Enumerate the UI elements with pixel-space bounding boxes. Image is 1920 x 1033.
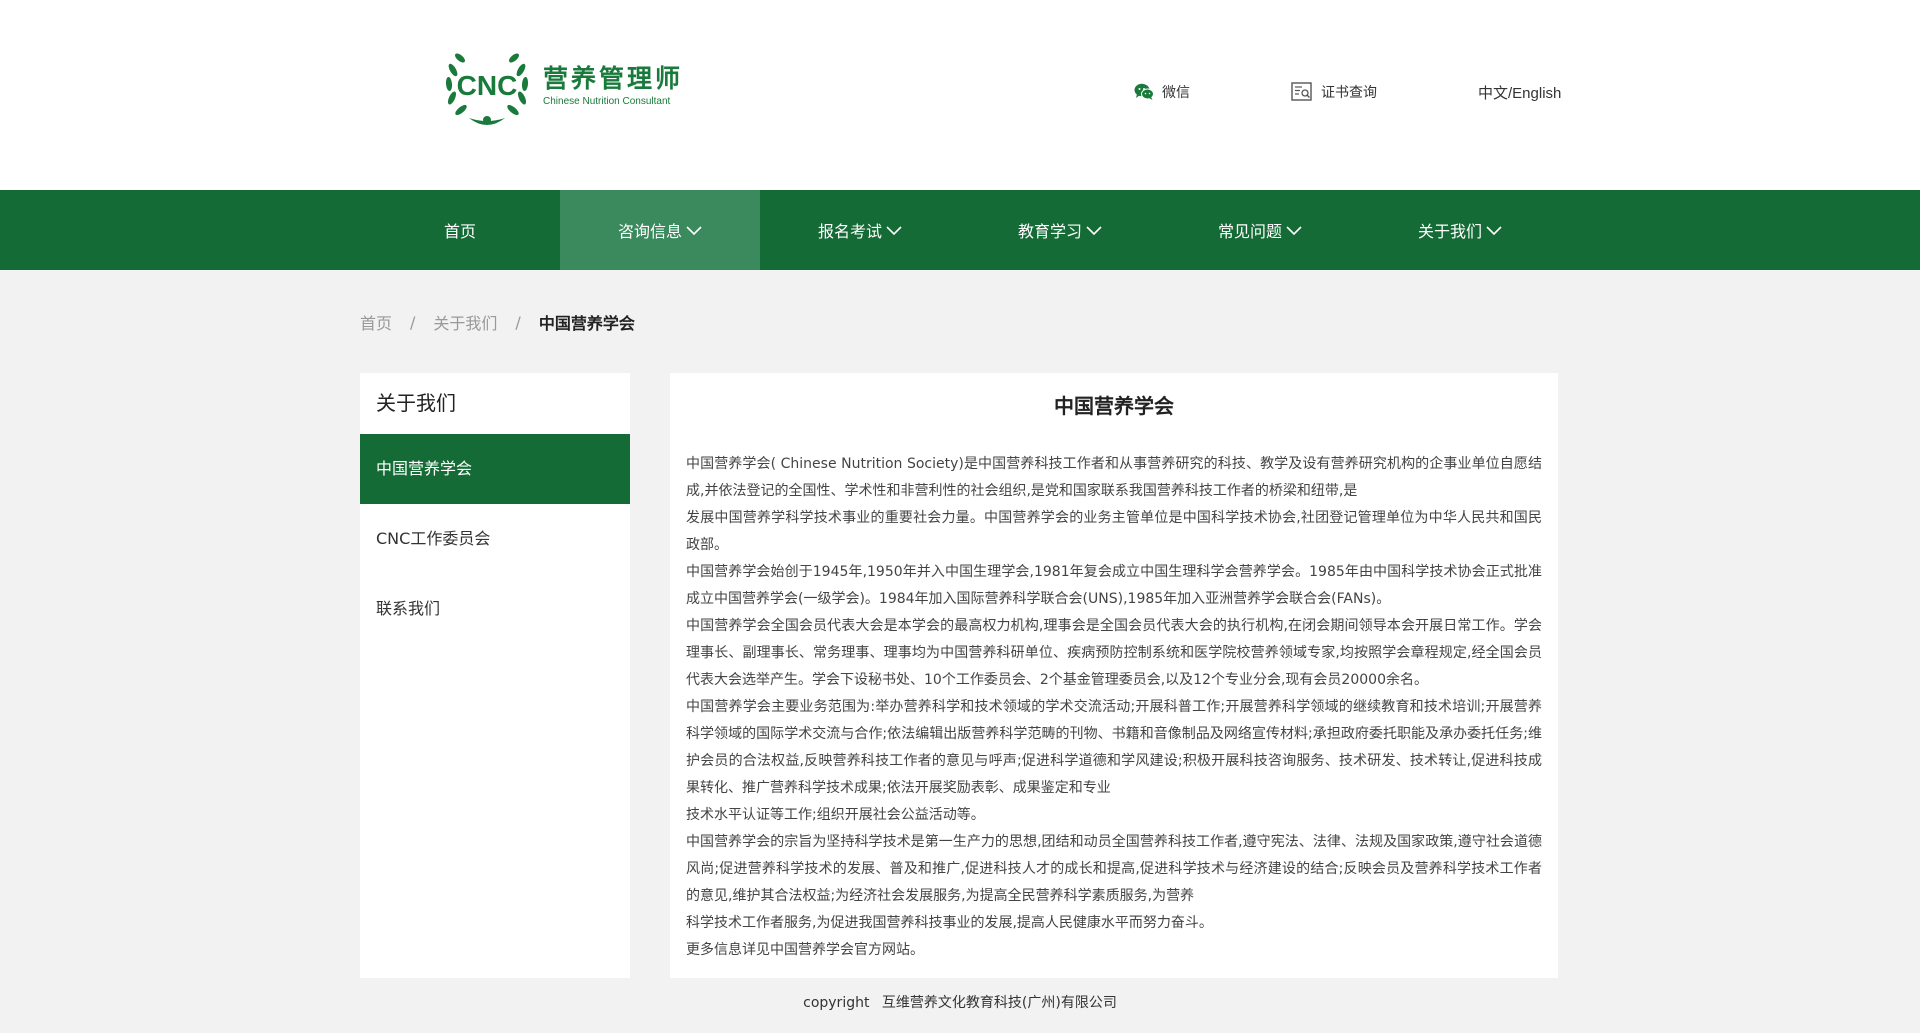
language-switch[interactable]: 中文/English (1478, 82, 1561, 103)
sidebar-item-cnc-committee[interactable]: CNC工作委员会 (360, 504, 630, 574)
nav-item-education[interactable]: 教育学习 (960, 190, 1160, 270)
article-paragraph: 科学技术工作者服务,为促进我国营养科技事业的发展,提高人民健康水平而努力奋斗。 (686, 915, 1213, 931)
breadcrumb-separator: / (515, 312, 521, 332)
sidebar-item-contact-us[interactable]: 联系我们 (360, 574, 630, 644)
wechat-label: 微信 (1162, 85, 1190, 101)
article-paragraph: 中国营养学会全国会员代表大会是本学会的最高权力机构,理事会是全国会员代表大会的执… (686, 618, 1542, 688)
breadcrumb: 首页 / 关于我们 / 中国营养学会 (360, 310, 635, 334)
breadcrumb-about-us[interactable]: 关于我们 (433, 310, 497, 334)
article-paragraph: 中国营养学会始创于1945年,1950年并入中国生理学会,1981年复会成立中国… (686, 564, 1542, 607)
certificate-search-icon (1291, 82, 1312, 101)
wechat-icon (1134, 83, 1154, 100)
chevron-down-icon (686, 226, 702, 235)
article-paragraph: 中国营养学会的宗旨为坚持科学技术是第一生产力的思想,团结和动员全国营养科技工作者… (686, 834, 1542, 904)
top-links: 微信 证书查询 中文/English (0, 82, 1920, 106)
wechat-link[interactable]: 微信 (1134, 82, 1190, 102)
nav-item-exam-registration[interactable]: 报名考试 (760, 190, 960, 270)
certificate-query-label: 证书查询 (1321, 85, 1377, 101)
nav-item-label: 报名考试 (817, 222, 882, 241)
article-body: 中国营养学会( Chinese Nutrition Society)是中国营养科… (686, 451, 1542, 964)
nav-item-about-us[interactable]: 关于我们 (1360, 190, 1560, 270)
site-header: CNC 营养管理师 Chinese Nutrition Consultant 微… (0, 0, 1920, 190)
nav-item-label: 常见问题 (1217, 222, 1282, 241)
chevron-down-icon (1086, 226, 1102, 235)
sidebar-title: 关于我们 (376, 391, 456, 415)
sidebar-item-cns[interactable]: 中国营养学会 (360, 434, 630, 504)
footer-company: 互维营养文化教育科技(广州)有限公司 (881, 995, 1117, 1011)
footer: copyright 互维营养文化教育科技(广州)有限公司 (0, 992, 1920, 1012)
article-paragraph: 更多信息详见中国营养学会官方网站。 (686, 942, 924, 958)
nav-item-label: 咨询信息 (617, 222, 682, 241)
article-paragraph: 技术水平认证等工作;组织开展社会公益活动等。 (686, 807, 985, 823)
certificate-query-link[interactable]: 证书查询 (1291, 82, 1377, 102)
article-paragraph: 发展中国营养学科学技术事业的重要社会力量。中国营养学会的业务主管单位是中国科学技… (686, 510, 1542, 553)
chevron-down-icon (1286, 226, 1302, 235)
article-panel: 中国营养学会 中国营养学会( Chinese Nutrition Society… (670, 373, 1558, 978)
footer-copyright-label: copyright (803, 995, 870, 1011)
article-title: 中国营养学会 (1054, 394, 1174, 418)
main-nav: 首页 咨询信息 报名考试 教育学习 常见问题 关于我们 (0, 190, 1920, 270)
article-paragraph: 中国营养学会主要业务范围为:举办营养科学和技术领域的学术交流活动;开展科普工作;… (686, 699, 1542, 796)
nav-item-label: 首页 (443, 222, 476, 241)
nav-items: 首页 咨询信息 报名考试 教育学习 常见问题 关于我们 (360, 190, 1560, 270)
breadcrumb-current: 中国营养学会 (538, 314, 635, 333)
nav-item-label: 教育学习 (1017, 222, 1082, 241)
language-label: 中文/English (1478, 85, 1562, 102)
nav-item-faq[interactable]: 常见问题 (1160, 190, 1360, 270)
article-paragraph: 中国营养学会( Chinese Nutrition Society)是中国营养科… (686, 456, 1542, 499)
nav-item-consult-info[interactable]: 咨询信息 (560, 190, 760, 270)
nav-item-home[interactable]: 首页 (360, 190, 560, 270)
chevron-down-icon (1486, 226, 1502, 235)
breadcrumb-separator: / (410, 312, 416, 332)
sidebar: 关于我们 中国营养学会 CNC工作委员会 联系我们 (360, 373, 630, 978)
nav-item-label: 关于我们 (1417, 222, 1482, 241)
chevron-down-icon (886, 226, 902, 235)
breadcrumb-home[interactable]: 首页 (360, 310, 392, 334)
